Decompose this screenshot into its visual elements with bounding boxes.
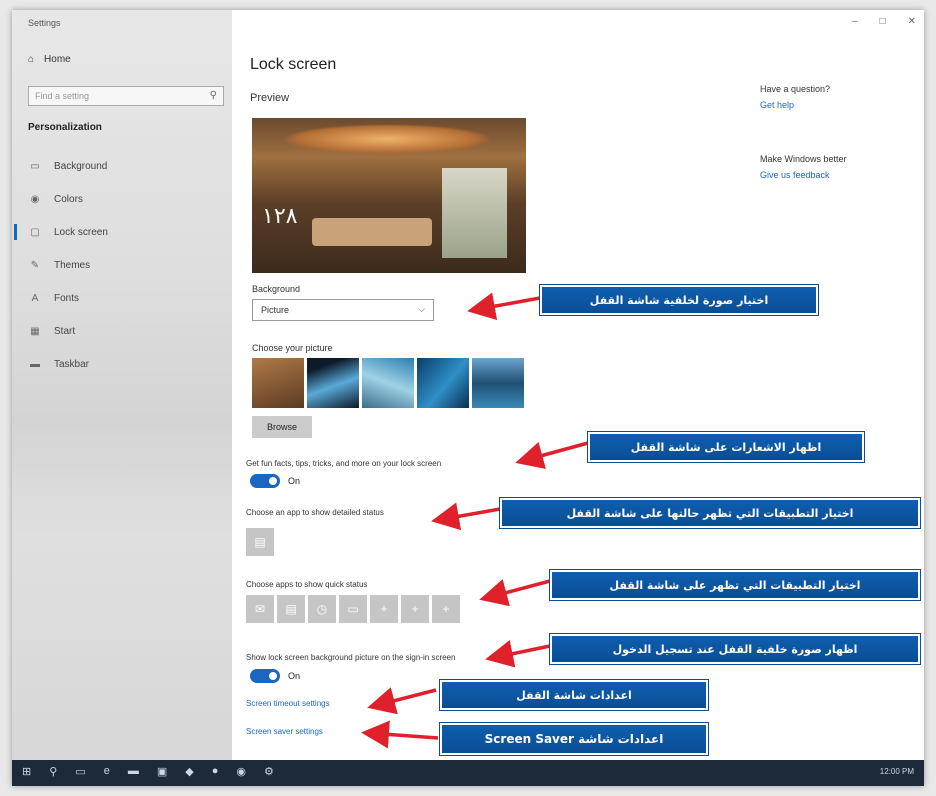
folder-icon[interactable]: ▬ bbox=[128, 765, 139, 778]
callout-signin-background: اظهار صورة خلفية القفل عند تسجيل الدخول bbox=[550, 634, 920, 664]
settings-window: Settings ⌂ Home Find a setting ⚲ Persona… bbox=[12, 10, 924, 786]
search-icon[interactable]: ⚲ bbox=[49, 765, 57, 778]
callout-detailed-status: اختيار التطبيقات التي تظهر حالتها على شا… bbox=[500, 498, 920, 528]
taskbar: ⊞ ⚲ ▭ e ▬ ▣ ◆ ● ◉ ⚙ 12:00 PM bbox=[12, 760, 924, 786]
taskbar-icons: ⊞ ⚲ ▭ e ▬ ▣ ◆ ● ◉ ⚙ bbox=[22, 765, 274, 778]
arrow bbox=[467, 292, 541, 321]
task-view-icon[interactable]: ▭ bbox=[75, 765, 85, 778]
taskbar-clock[interactable]: 12:00 PM bbox=[880, 767, 914, 776]
start-icon[interactable]: ⊞ bbox=[22, 765, 31, 778]
callout-screen-timeout: اعدادات شاشة القفل bbox=[440, 680, 708, 710]
arrow bbox=[515, 441, 589, 469]
app-icon[interactable]: ◉ bbox=[236, 765, 246, 778]
app-icon[interactable]: ● bbox=[212, 765, 219, 778]
callout-background: اختيار صورة لخلفية شاشة القفل bbox=[540, 285, 818, 315]
edge-icon[interactable]: e bbox=[104, 765, 110, 778]
app-icon[interactable]: ◆ bbox=[185, 765, 193, 778]
arrow bbox=[485, 640, 551, 668]
settings-icon[interactable]: ⚙ bbox=[264, 765, 274, 778]
store-icon[interactable]: ▣ bbox=[157, 765, 167, 778]
callout-quick-status: اختيار التطبيقات التي تظهر على شاشة القف… bbox=[550, 570, 920, 600]
arrow bbox=[479, 579, 551, 607]
annotation-arrows bbox=[361, 292, 589, 749]
arrow bbox=[367, 687, 437, 715]
arrow bbox=[361, 720, 439, 749]
callout-screen-saver: اعدادات شاشة Screen Saver bbox=[440, 723, 708, 755]
arrow bbox=[431, 502, 501, 531]
callout-notifications: اظهار الاشعارات على شاشة القفل bbox=[588, 432, 864, 462]
